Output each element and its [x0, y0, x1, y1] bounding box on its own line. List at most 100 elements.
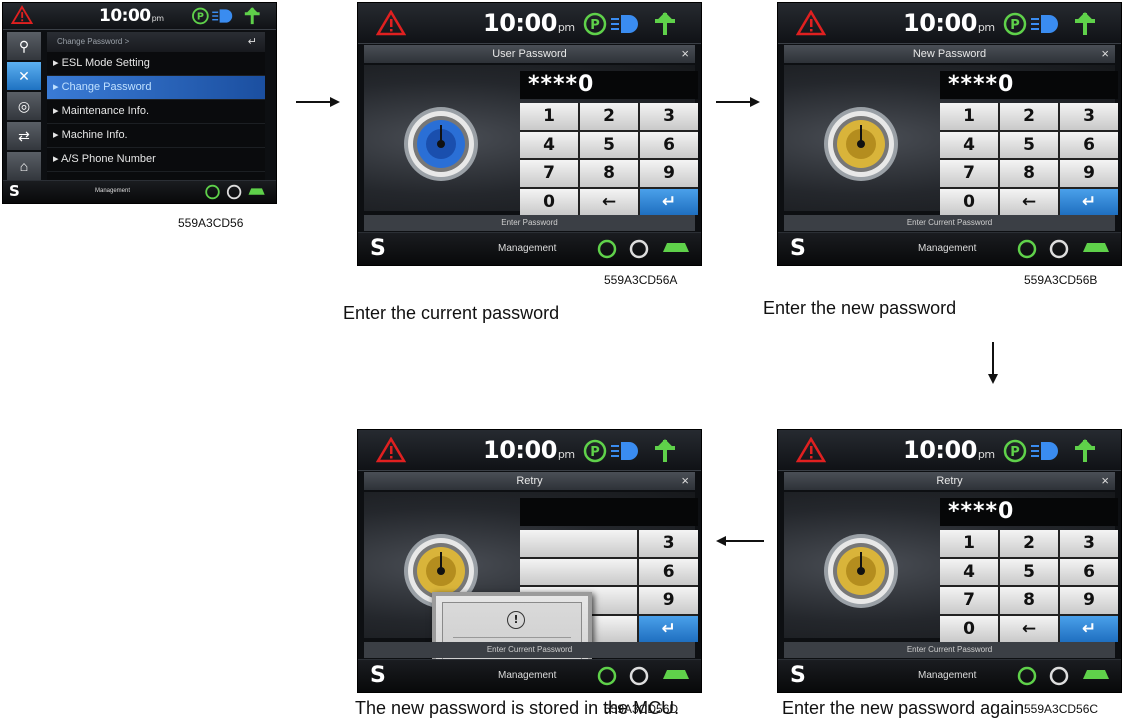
lock-icon [404, 107, 478, 181]
backspace-key[interactable]: ← [580, 188, 638, 215]
status-bar: 10:00pm P [358, 430, 701, 471]
key-7[interactable]: 7 [940, 160, 998, 187]
menu-item-change-password[interactable]: ▸ Change Password [47, 76, 265, 100]
close-icon[interactable]: × [681, 472, 689, 490]
lock-icon [824, 534, 898, 608]
clock: 10:00pm [903, 436, 995, 464]
bottom-status-icons [597, 239, 689, 259]
status-bar: 10:00pm P [3, 3, 276, 30]
key-2[interactable]: 2 [1000, 530, 1058, 557]
key-0[interactable]: 0 [520, 188, 578, 215]
warning-icon [376, 10, 406, 36]
menu-item-maintenance-info[interactable]: ▸ Maintenance Info. [47, 100, 265, 124]
search-icon: ⚲ [18, 37, 30, 54]
enter-key[interactable]: ↵ [640, 188, 698, 215]
clock: 10:00pm [483, 436, 575, 464]
password-panel: ****0 1 2 3 4 5 6 7 8 9 0 ← ↵ [784, 492, 1118, 642]
close-icon[interactable]: × [1101, 45, 1109, 63]
key-8[interactable]: 8 [580, 160, 638, 187]
key-1[interactable]: 1 [940, 103, 998, 130]
password-field[interactable]: ****0 [940, 498, 1118, 526]
key-1[interactable]: 1 [520, 103, 578, 130]
management-label: Management [498, 243, 557, 254]
key-9[interactable]: 9 [1060, 160, 1118, 187]
backspace-key[interactable]: ← [1000, 615, 1058, 642]
flow-arrow [296, 97, 340, 107]
management-label: Management [918, 670, 977, 681]
hint-bar: Enter Current Password [784, 215, 1115, 231]
numeric-keypad: 1 2 3 4 5 6 7 8 9 0 ← ↵ [940, 103, 1118, 215]
key-2[interactable]: 2 [580, 103, 638, 130]
menu-item-esl-mode[interactable]: ▸ ESL Mode Setting [47, 52, 265, 76]
svg-text:P: P [1010, 445, 1020, 460]
new-password-screen: 10:00pm P New Password × ****0 1 2 3 4 5 6 7 8 9 0 ← ↵ En… [778, 3, 1121, 265]
enter-key[interactable]: ↵ [1060, 615, 1118, 642]
key-6[interactable]: 6 [639, 558, 698, 585]
enter-key[interactable]: ↵ [1060, 188, 1118, 215]
return-icon[interactable]: ↵ [248, 32, 257, 52]
dialog-title: User Password × [364, 45, 695, 63]
key-3[interactable]: 3 [639, 530, 698, 557]
key-7[interactable]: 7 [520, 160, 578, 187]
menu-item-as-phone[interactable]: ▸ A/S Phone Number [47, 148, 265, 172]
svg-text:P: P [590, 18, 600, 33]
menu-item-machine-info[interactable]: ▸ Machine Info. [47, 124, 265, 148]
backspace-key[interactable]: ← [1000, 188, 1058, 215]
caption: Enter the new password [763, 298, 957, 318]
sidebar-settings[interactable]: ✕ [7, 62, 41, 90]
key-0[interactable]: 0 [940, 615, 998, 642]
password-field[interactable]: ****0 [940, 71, 1118, 99]
key-5[interactable]: 5 [1000, 558, 1058, 585]
password-panel: ****0 1 2 3 4 5 6 7 8 9 0 ← ↵ [784, 65, 1118, 215]
key-3[interactable]: 3 [640, 103, 698, 130]
key-6[interactable]: 6 [1060, 558, 1118, 585]
bottom-status-icons [1017, 666, 1109, 686]
key-5[interactable]: 5 [1000, 131, 1058, 158]
enter-key[interactable]: ↵ [639, 615, 698, 642]
key-2[interactable]: 2 [1000, 103, 1058, 130]
key-0[interactable]: 0 [940, 188, 998, 215]
status-bar: 10:00pm P [778, 3, 1121, 44]
key-9[interactable]: 9 [639, 587, 698, 614]
close-icon[interactable]: × [1101, 472, 1109, 490]
key-4[interactable]: 4 [520, 131, 578, 158]
key-7[interactable]: 7 [940, 587, 998, 614]
key-9[interactable]: 9 [640, 160, 698, 187]
key-3[interactable]: 3 [1060, 103, 1118, 130]
key-3[interactable]: 3 [1060, 530, 1118, 557]
sidebar-display[interactable]: ⇄ [7, 122, 41, 150]
password-field[interactable] [520, 498, 698, 526]
retry-dialog-screen: 10:00pm P Retry× 369↵!Re-Enter PasswordEnte… [358, 430, 701, 692]
svg-text:P: P [197, 12, 204, 23]
caption: The new password is stored in the MCU. [355, 698, 680, 718]
sidebar: ⚲ ✕ ◎ ⇄ ⌂ [7, 32, 41, 182]
status-indicator-icons: P [1003, 439, 1095, 463]
key-1[interactable]: 1 [940, 530, 998, 557]
sidebar-home[interactable]: ⌂ [7, 152, 41, 180]
numeric-keypad: 1 2 3 4 5 6 7 8 9 0 ← ↵ [940, 530, 1118, 642]
key-6[interactable]: 6 [640, 131, 698, 158]
flow-arrow [716, 97, 760, 107]
key-4[interactable]: 4 [940, 558, 998, 585]
mode-letter: S [9, 182, 20, 200]
key-5[interactable]: 5 [580, 131, 638, 158]
sidebar-search[interactable]: ⚲ [7, 32, 41, 60]
management-label: Management [918, 243, 977, 254]
svg-text:P: P [590, 445, 600, 460]
password-field[interactable]: ****0 [520, 71, 698, 99]
management-label: Management [498, 670, 557, 681]
caption: Enter the current password [343, 303, 560, 323]
retry-password-screen: 10:00pm P Retry × ****0 1 2 3 4 5 6 7 8 9 0 ← ↵ Enter Cur… [778, 430, 1121, 692]
status-indicator-icons: P [583, 12, 675, 36]
close-icon[interactable]: × [681, 45, 689, 63]
sidebar-monitoring[interactable]: ◎ [7, 92, 41, 120]
key-8[interactable]: 8 [1000, 160, 1058, 187]
key-8[interactable]: 8 [1000, 587, 1058, 614]
key-6[interactable]: 6 [1060, 131, 1118, 158]
bottom-status-icons [597, 666, 689, 686]
flow-arrow [716, 536, 764, 546]
key-4[interactable]: 4 [940, 131, 998, 158]
caption: Enter the new password again [782, 698, 1025, 718]
key-9[interactable]: 9 [1060, 587, 1118, 614]
warning-icon [796, 437, 826, 463]
